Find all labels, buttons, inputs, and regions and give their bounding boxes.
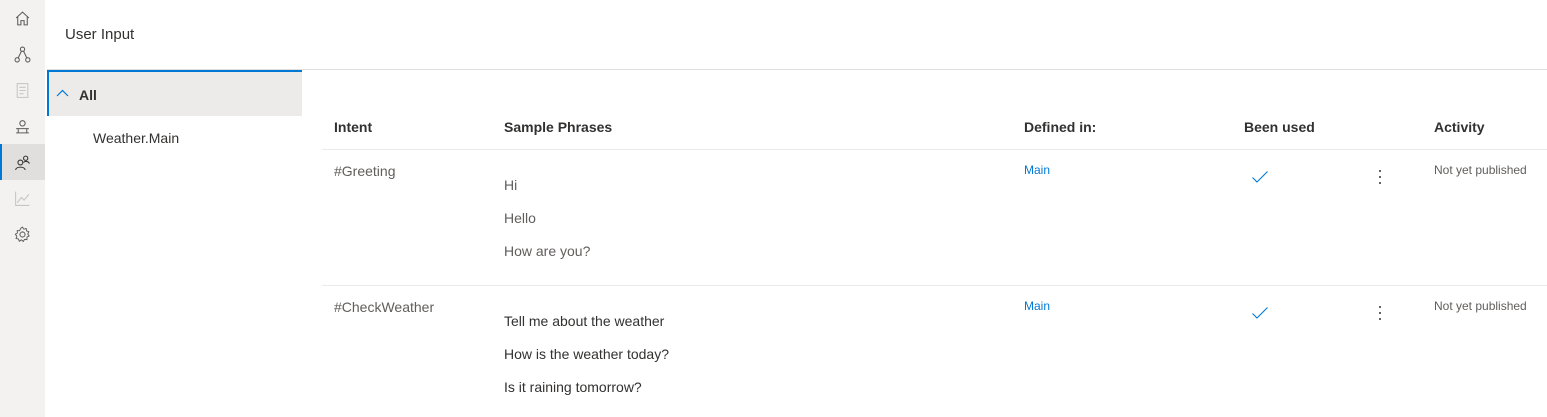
header-row-divider [322,149,1547,150]
intent-name: #CheckWeather [334,299,435,315]
defined-in-link[interactable]: Main [1024,163,1050,177]
sample-phrase: How is the weather today? [504,346,669,362]
sample-phrase: How are you? [504,243,591,259]
bot-responses-icon [16,82,29,98]
more-options-button[interactable] [1374,304,1386,322]
column-header-defined-in[interactable]: Defined in: [1024,119,1096,135]
nav-analytics-button[interactable] [0,180,45,216]
intent-name: #Greeting [334,163,396,179]
tree-item-weather-main[interactable]: Weather.Main [93,130,179,146]
column-header-been-used[interactable]: Been used [1244,119,1315,135]
column-header-intent[interactable]: Intent [334,119,372,135]
nav-user-input-button[interactable] [0,144,45,180]
nav-bot-button[interactable] [0,108,45,144]
nav-bot-responses-button[interactable] [0,72,45,108]
row-divider [322,285,1547,286]
column-header-activity[interactable]: Activity [1434,119,1485,135]
nav-home-button[interactable] [0,0,45,36]
activity-status: Not yet published [1434,163,1527,177]
sample-phrase: Hi [504,177,518,193]
user-input-icon [15,155,30,170]
checkmark-icon [1252,307,1268,319]
sample-phrase: Hello [504,210,536,226]
checkmark-icon [1252,171,1268,183]
analytics-icon [15,191,30,206]
navigation-rail [0,0,45,417]
defined-in-link[interactable]: Main [1024,299,1050,313]
chevron-up-icon[interactable] [56,88,69,98]
nav-settings-button[interactable] [0,216,45,252]
activity-status: Not yet published [1434,299,1527,313]
page-title: User Input [65,26,135,43]
more-options-button[interactable] [1374,168,1386,186]
settings-icon [14,226,30,242]
bot-icon [16,119,29,133]
dialogs-icon [14,46,31,62]
sample-phrase: Is it raining tomorrow? [504,379,642,395]
nav-dialogs-button[interactable] [0,36,45,72]
project-tree: All Weather.Main [47,70,302,417]
tree-item-all[interactable]: All [47,70,302,116]
column-header-sample-phrases[interactable]: Sample Phrases [504,119,612,135]
tree-item-all-label: All [79,87,97,103]
home-icon [15,10,30,25]
sample-phrase: Tell me about the weather [504,313,665,329]
